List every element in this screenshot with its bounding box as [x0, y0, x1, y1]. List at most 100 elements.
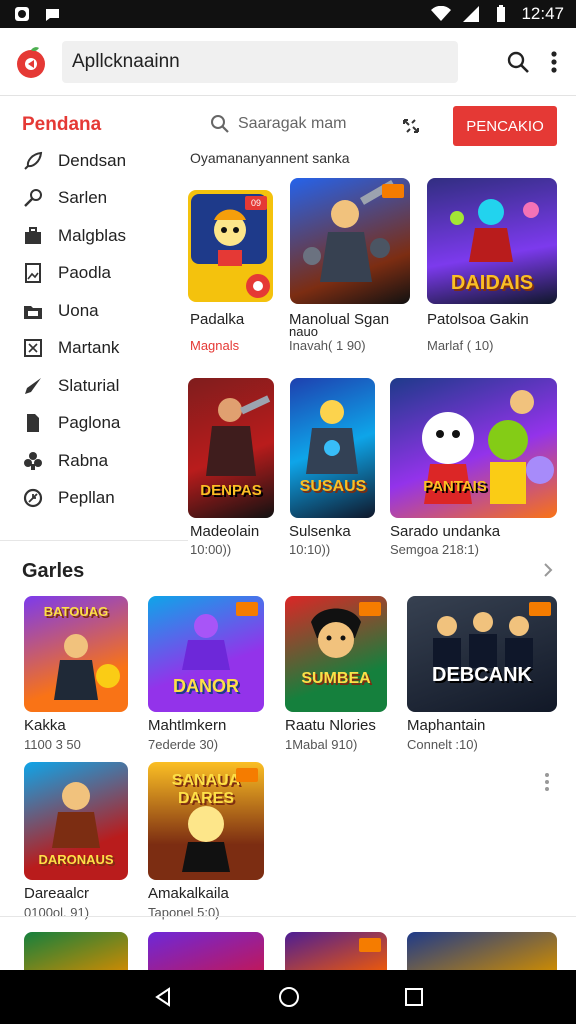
status-bar: 12:47 — [0, 0, 576, 28]
sidebar-item-label: Uona — [58, 301, 99, 320]
featured-title: Padalka — [190, 311, 245, 328]
app-bar: Apllcknaainn — [0, 28, 576, 96]
sidebar-item-malgblas[interactable]: Malgblas — [22, 225, 126, 247]
character-art — [306, 400, 358, 474]
featured-tile[interactable]: 09 — [188, 190, 273, 302]
featured-art-text: DENPAS — [200, 482, 262, 499]
sidebar-item-slaturial[interactable]: Slaturial — [22, 375, 119, 397]
chevron-right-icon[interactable] — [540, 562, 556, 578]
game-title: Raatu Nlories — [285, 717, 376, 734]
search-icon — [211, 115, 229, 133]
sidebar-item-rabna[interactable]: Rabna — [22, 450, 108, 472]
featured-subheading: Oyamananyannent sanka — [190, 150, 350, 166]
game-subtitle: 1100 3 50 — [24, 737, 81, 752]
home-icon[interactable] — [277, 985, 301, 1009]
game-badge — [236, 768, 258, 782]
featured-tile[interactable]: DAIDAIS — [427, 178, 557, 304]
app-notification-icon — [12, 4, 32, 24]
game-tile[interactable]: SUMBEA — [285, 596, 387, 712]
featured-subtitle: Inavah( 1 90) — [289, 338, 366, 353]
system-nav-bar — [0, 970, 576, 1024]
app-search-value: Apllcknaainn — [72, 50, 180, 72]
featured-tile[interactable]: PANTAIS — [390, 378, 557, 518]
featured-tile[interactable] — [290, 178, 410, 304]
clock-icon — [23, 488, 43, 508]
wifi-icon — [431, 4, 452, 24]
search-icon[interactable] — [506, 50, 530, 74]
game-tile[interactable]: SANAUA DARES — [148, 762, 264, 880]
game-tile[interactable]: DARONAUS — [24, 762, 128, 880]
featured-subtitle: 10:00)) — [190, 542, 232, 557]
game-art-text: DARONAUS — [38, 852, 114, 867]
game-title: Maphantain — [407, 717, 486, 734]
apple-logo-icon[interactable] — [14, 45, 48, 79]
game-tile[interactable] — [148, 932, 264, 970]
game-title: Mahtlmkern — [148, 717, 227, 734]
game-tile[interactable] — [407, 932, 557, 970]
key-icon — [24, 189, 42, 207]
sidebar-item-pepllan[interactable]: Pepllan — [22, 487, 115, 509]
back-icon[interactable] — [152, 986, 174, 1008]
sidebar-item-label: Malgblas — [58, 226, 127, 245]
featured-title: Sarado undanka — [390, 523, 501, 540]
featured-art-text: SUSAUS — [299, 478, 367, 495]
featured-tile[interactable]: SUSAUS — [290, 378, 375, 518]
sidebar-item-sarlen[interactable]: Sarlen — [22, 187, 107, 209]
sidebar-divider — [0, 540, 188, 541]
recents-icon[interactable] — [404, 987, 424, 1007]
image-icon — [25, 263, 41, 283]
sidebar-item-dendsan[interactable]: Dendsan — [22, 150, 126, 172]
puzzle-icon — [24, 452, 42, 470]
status-right: 12:47 — [431, 4, 564, 24]
game-subtitle: 0100ol. 91) — [24, 905, 90, 920]
game-art-text: DEBCANK — [432, 664, 532, 686]
signal-icon — [461, 4, 481, 24]
primary-action-button[interactable]: PENCAKIO — [453, 106, 557, 146]
app-search-field[interactable]: Apllcknaainn — [62, 40, 458, 83]
sidebar-item-paglona[interactable]: Paglona — [22, 412, 120, 434]
sidebar: Pendana Dendsan Sarlen Malgblas Paodla U… — [0, 96, 188, 540]
app-actions — [506, 50, 562, 74]
sidebar-item-label: Paodla — [58, 263, 111, 282]
game-title: Kakka — [24, 717, 66, 734]
game-tile[interactable] — [285, 932, 387, 970]
featured-tile[interactable]: DENPAS — [188, 378, 274, 518]
sidebar-item-label: Rabna — [58, 451, 109, 470]
game-subtitle: Taponel 5:0) — [148, 905, 220, 920]
game-tile[interactable]: DANOR — [148, 596, 264, 712]
sidebar-item-label: Martank — [58, 338, 120, 357]
folder-icon — [24, 306, 42, 319]
games-section-title: Garles — [22, 560, 85, 582]
featured-subtitle: Marlaf ( 10) — [427, 338, 494, 353]
featured-subtitle: 10:10)) — [289, 542, 331, 557]
game-title: Dareaalcr — [24, 885, 90, 902]
game-tile[interactable]: BATOUAG — [24, 596, 128, 712]
featured-subtitle: Semgoa 218:1) — [390, 542, 479, 557]
game-badge — [529, 602, 551, 616]
section-divider — [0, 916, 576, 917]
sidebar-item-uona[interactable]: Uona — [22, 300, 99, 322]
file-icon — [27, 414, 39, 432]
game-tile[interactable] — [24, 932, 128, 970]
featured-art-text: DAIDAIS — [450, 272, 534, 294]
content-search[interactable]: Saaragak mam — [210, 114, 347, 134]
sidebar-item-paodla[interactable]: Paodla — [22, 262, 111, 284]
status-time: 12:47 — [521, 4, 564, 23]
game-subtitle: 7ederde 30) — [148, 737, 219, 752]
sidebar-item-label: Slaturial — [58, 376, 120, 395]
sort-icon[interactable] — [400, 116, 422, 136]
sidebar-item-martank[interactable]: Martank — [22, 337, 119, 359]
content-toolbar: Saaragak mam PENCAKIO — [188, 96, 576, 156]
more-vert-icon[interactable] — [543, 772, 551, 792]
game-badge — [359, 602, 381, 616]
featured-subtitle: Magnals — [190, 338, 240, 353]
status-left — [12, 4, 62, 24]
game-tile[interactable]: DEBCANK — [407, 596, 557, 712]
game-title: Amakalkaila — [148, 885, 229, 902]
character-art — [422, 390, 554, 504]
rocket-icon — [24, 151, 43, 170]
content-search-placeholder: Saaragak mam — [238, 115, 347, 132]
game-subtitle: 1Mabal 910) — [285, 737, 358, 752]
featured-title-2: nauo — [289, 324, 318, 339]
more-vert-icon[interactable] — [550, 50, 558, 74]
